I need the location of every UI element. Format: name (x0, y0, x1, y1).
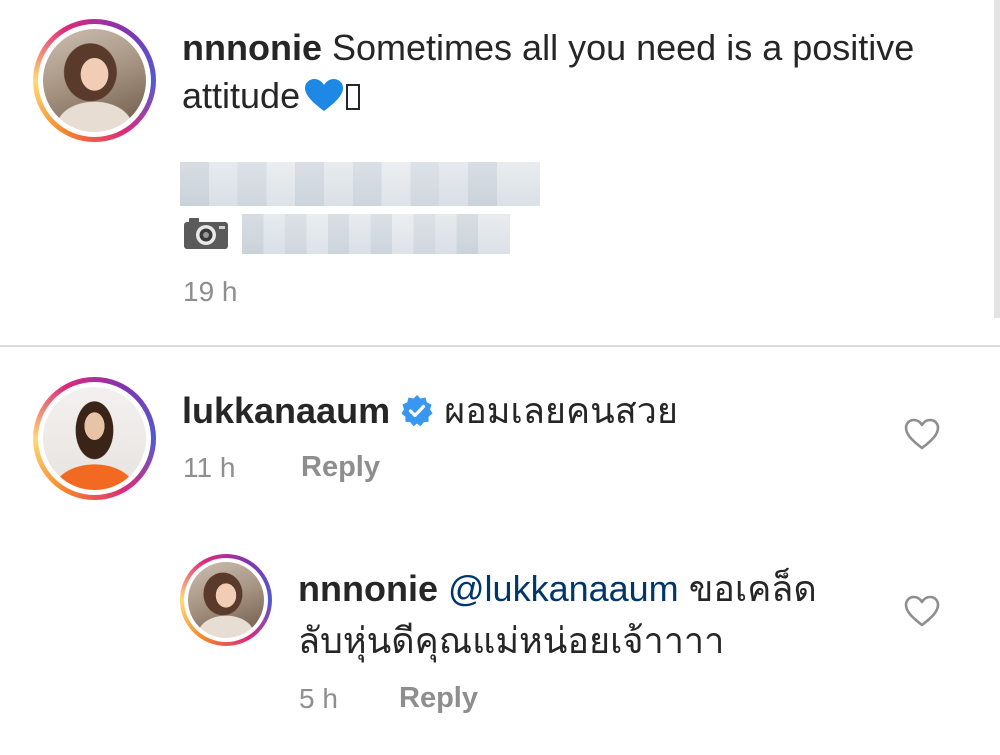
blue-heart-emoji (304, 76, 344, 124)
divider (0, 345, 1000, 347)
reply-text-line1: ขอเคล็ด (688, 568, 817, 609)
commenter-avatar[interactable] (33, 377, 156, 500)
reply-button[interactable]: Reply (301, 451, 380, 484)
reply-body: nnnonie @lukkanaaum ขอเคล็ด ลับหุ่นดีคุณ… (298, 563, 878, 667)
comment-username[interactable]: lukkanaaum (182, 390, 390, 431)
reply-username[interactable]: nnnonie (298, 568, 438, 609)
post-caption: nnnonie Sometimes all you need is a posi… (182, 24, 942, 124)
reply-button[interactable]: Reply (399, 682, 478, 715)
heart-outline-icon[interactable] (904, 418, 940, 450)
blurred-text-line (180, 162, 540, 206)
missing-glyph (346, 84, 361, 110)
comments-screen: nnnonie Sometimes all you need is a posi… (0, 0, 1000, 755)
reply-timestamp: 5 h (299, 683, 338, 714)
comment-timestamp: 11 h (183, 452, 236, 483)
comment-text: ผอมเลยคนสวย (444, 390, 678, 431)
post-timestamp: 19 h (183, 276, 238, 307)
post-author-avatar[interactable] (33, 19, 156, 142)
scrollbar-edge (994, 0, 1000, 318)
mention-link[interactable]: @lukkanaaum (448, 568, 679, 609)
reply-author-avatar[interactable] (180, 554, 272, 646)
heart-outline-icon[interactable] (904, 595, 940, 627)
blurred-credit-text (242, 214, 510, 254)
camera-icon (183, 216, 229, 250)
reply-text-line2: ลับหุ่นดีคุณแม่หน่อยเจ้าาาา (298, 620, 725, 661)
post-username[interactable]: nnnonie (182, 27, 322, 68)
verified-badge-icon (400, 391, 434, 441)
comment-body: lukkanaaum ผอมเลยคนสวย (182, 386, 678, 441)
